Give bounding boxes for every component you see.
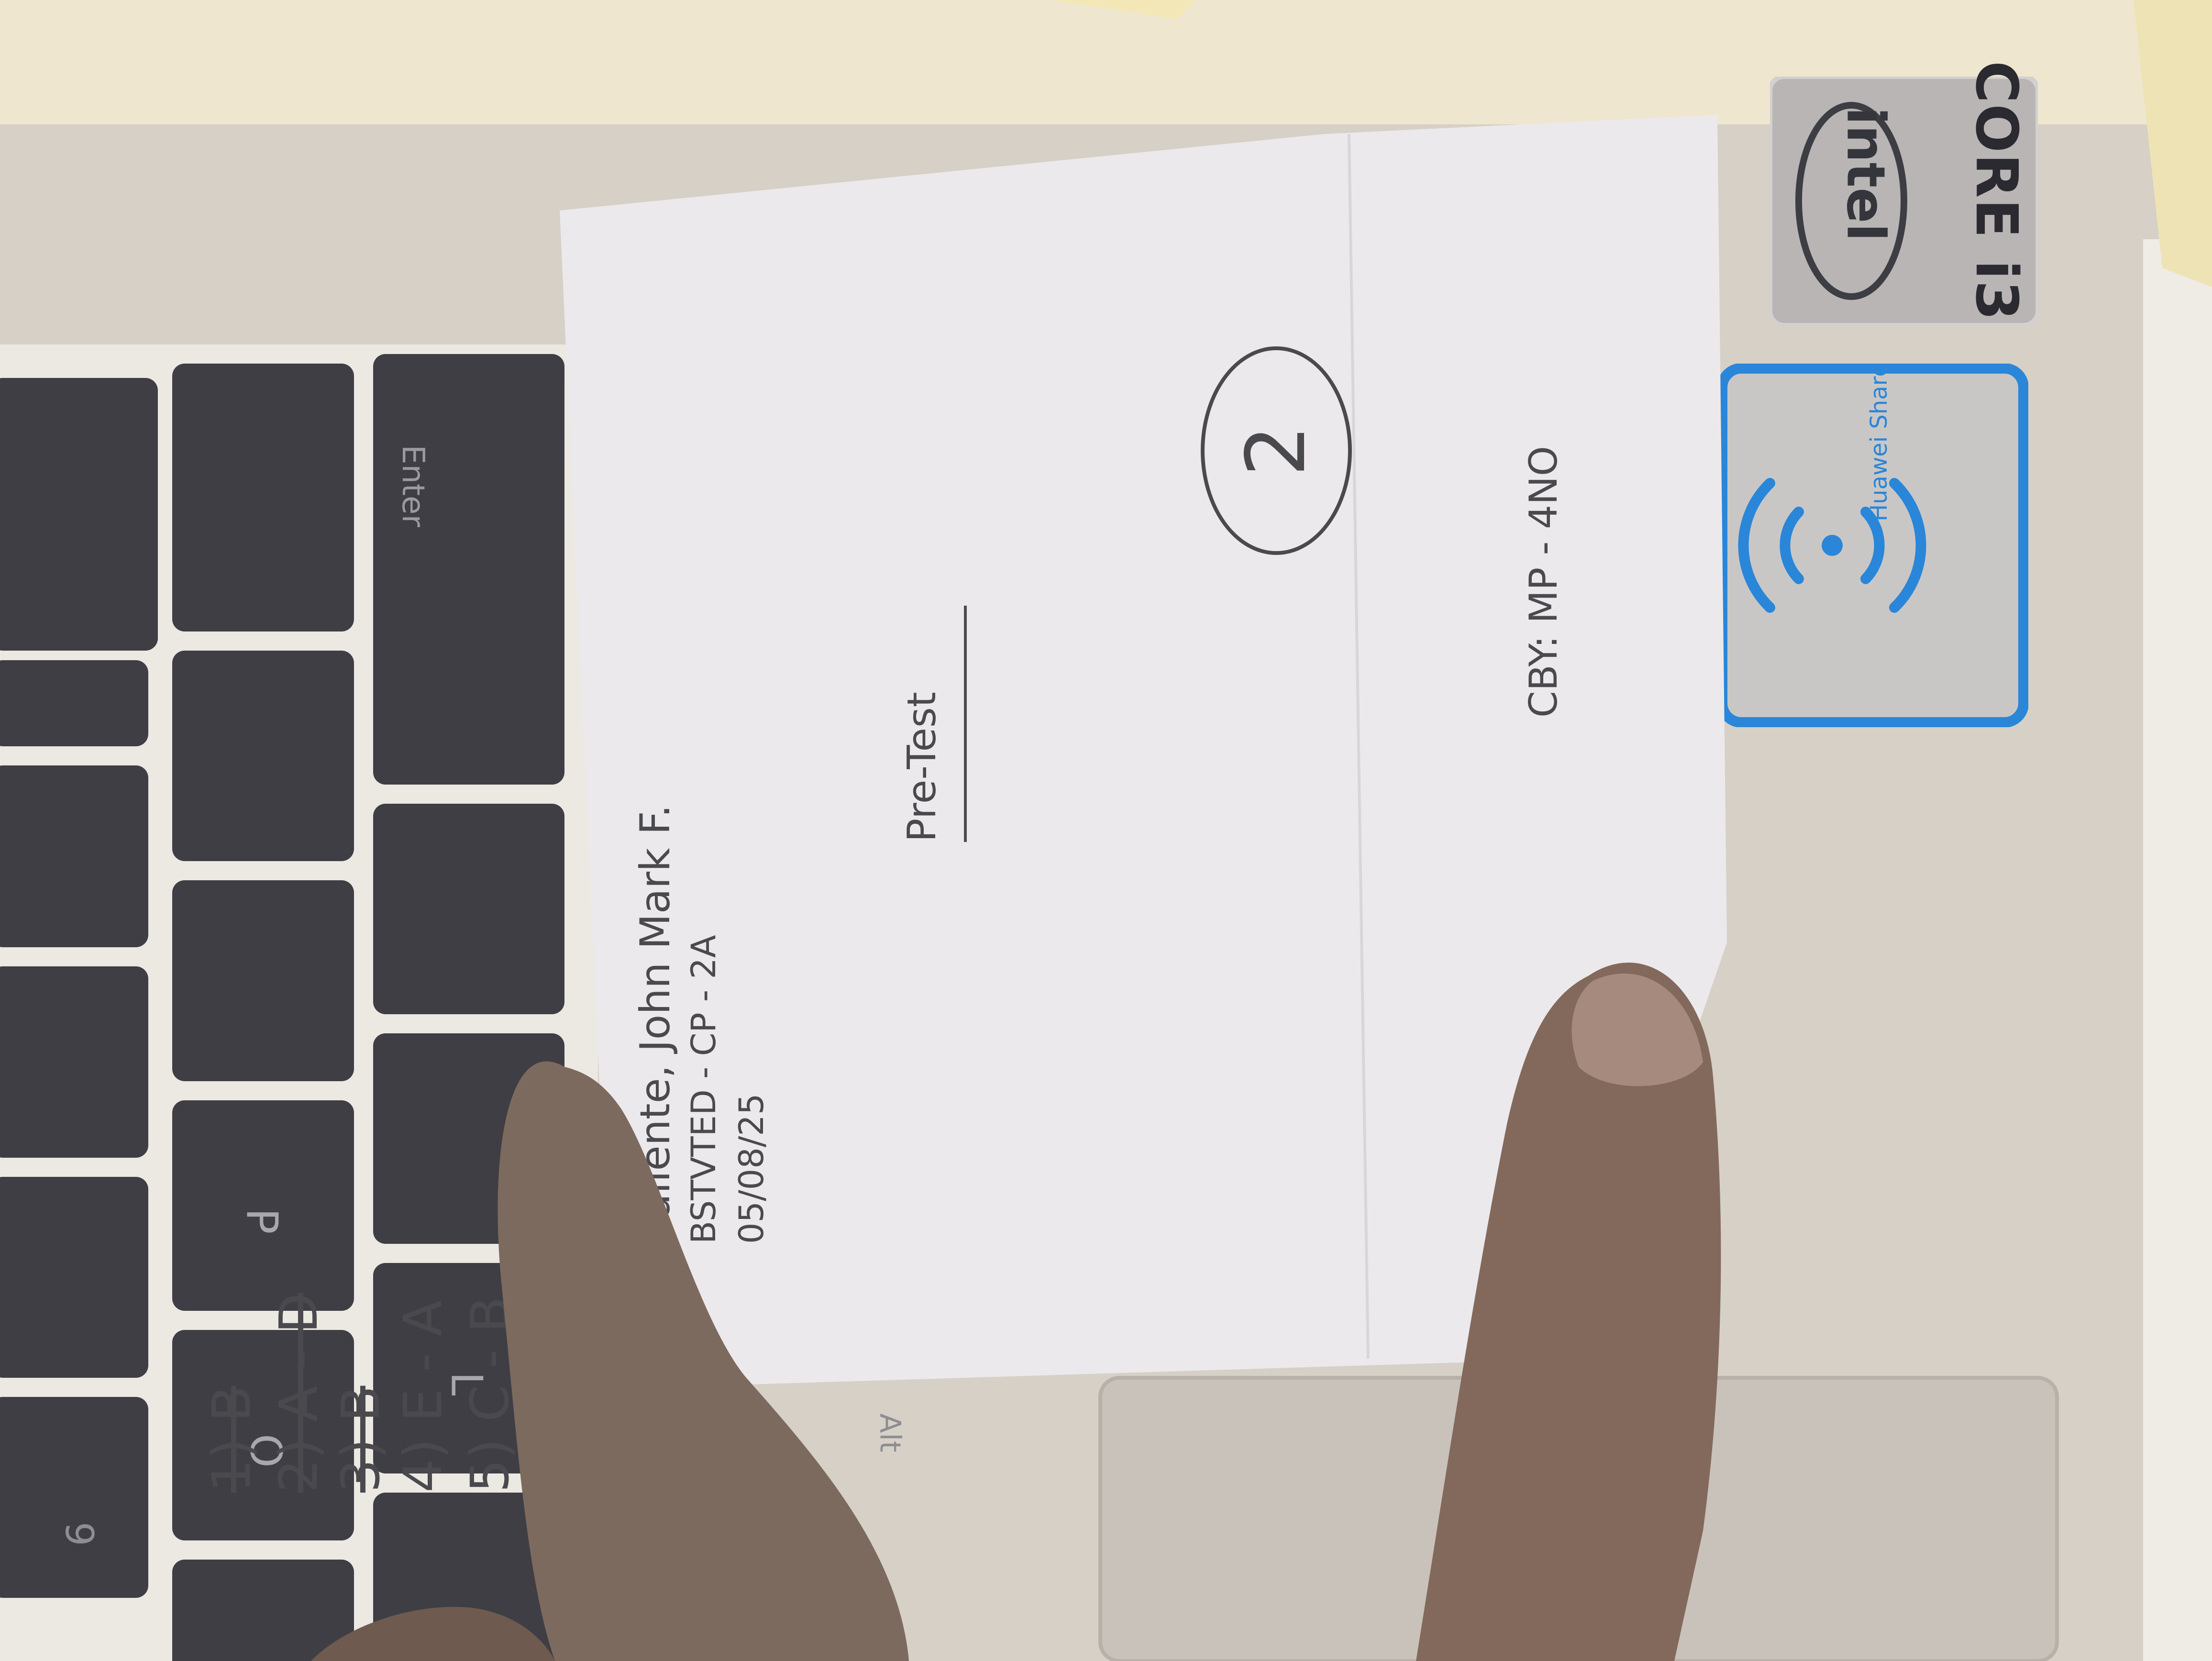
key-backslash[interactable] — [172, 364, 354, 631]
test-date: 05/08/25 — [732, 1093, 771, 1244]
key-quote[interactable] — [373, 804, 564, 1014]
key-brace-close[interactable] — [172, 651, 354, 861]
answer-3: 3) B — [330, 1385, 391, 1493]
key-semicolon[interactable] — [373, 1033, 564, 1244]
intel-model-text: CORE i3 — [1962, 61, 2029, 321]
checked-by: CBY: MP - 4NO — [1521, 446, 1566, 718]
key-0[interactable] — [0, 1177, 148, 1378]
key-enter[interactable] — [373, 354, 564, 785]
answer-2: 2) A - D — [268, 1293, 329, 1493]
key-plus[interactable] — [0, 765, 148, 947]
key-i[interactable] — [172, 1560, 354, 1661]
key-label-p: P — [236, 1208, 287, 1234]
answer-1: 1) B — [201, 1385, 262, 1493]
key-k[interactable] — [373, 1493, 564, 1661]
huawei-share-label: Huawei Share — [1866, 363, 1892, 521]
key-label-enter: Enter — [395, 445, 431, 527]
key-9[interactable] — [0, 1397, 148, 1598]
key-backspace[interactable] — [0, 378, 158, 651]
key-label-9: 9 — [56, 1522, 101, 1546]
intel-brand-text: intel — [1835, 107, 1897, 242]
score-value: 2 — [1201, 346, 1352, 555]
student-section: BSTVTED - CP - 2A — [684, 935, 723, 1244]
key-top-misc[interactable] — [0, 660, 148, 746]
key-minus[interactable] — [0, 966, 148, 1158]
key-label-alt: Alt — [873, 1413, 907, 1452]
answer-4: 4) E - A — [392, 1300, 453, 1493]
test-title: Pre-Test — [899, 606, 967, 842]
key-p[interactable] — [172, 1100, 354, 1311]
student-name: Valiente, John Mark F. — [631, 804, 679, 1244]
answer-5: 5) C - B — [459, 1296, 520, 1493]
key-brace-open[interactable] — [172, 880, 354, 1081]
